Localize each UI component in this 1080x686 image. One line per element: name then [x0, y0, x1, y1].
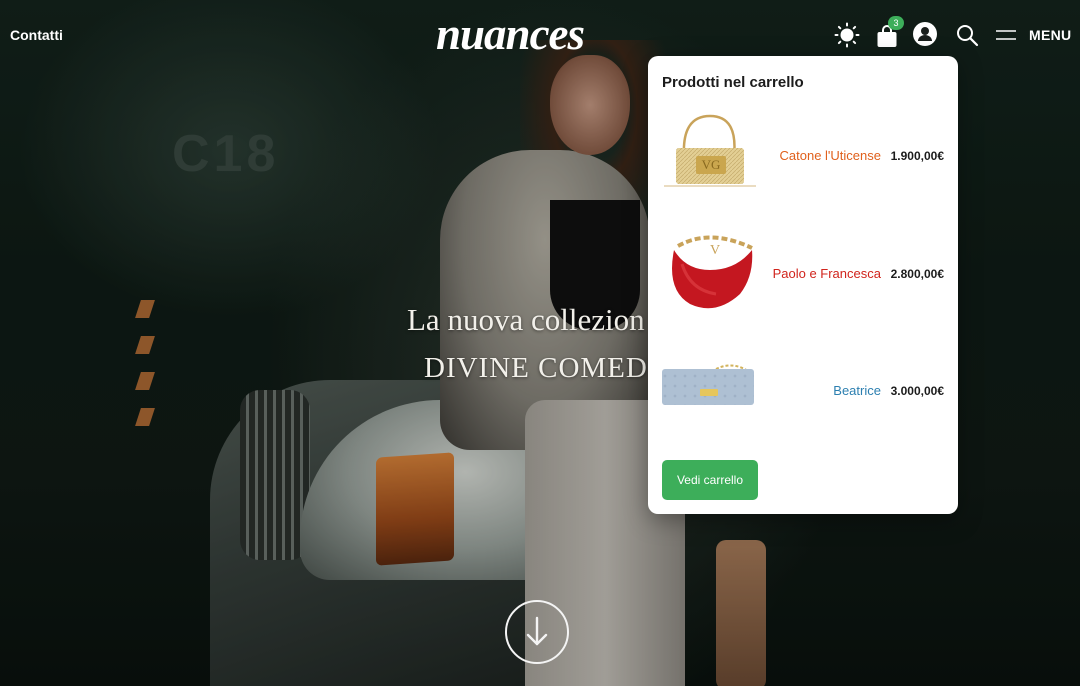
- svg-text:VG: VG: [702, 157, 721, 172]
- cart-item-meta: Paolo e Francesca 2.800,00€: [773, 266, 944, 281]
- brand-logo[interactable]: nuances: [436, 6, 585, 62]
- cart-item[interactable]: Beatrice 3.000,00€: [648, 341, 958, 441]
- sun-icon: [834, 22, 860, 48]
- contact-link[interactable]: Contatti: [10, 27, 63, 43]
- cart-item-meta: Beatrice 3.000,00€: [833, 383, 944, 398]
- arrow-down-icon: [526, 616, 548, 646]
- red-handbag-image: V: [672, 235, 753, 309]
- menu-button[interactable]: MENU: [995, 22, 1075, 48]
- cart-item-name[interactable]: Catone l'Uticense: [780, 148, 881, 163]
- view-cart-button[interactable]: Vedi carrello: [662, 460, 758, 500]
- cart-item-meta: Catone l'Uticense 1.900,00€: [780, 148, 945, 163]
- search-icon: [957, 25, 979, 47]
- cart-item-price: 1.900,00€: [890, 149, 944, 163]
- cart-item-price: 2.800,00€: [890, 267, 944, 281]
- theme-toggle-button[interactable]: [834, 22, 860, 48]
- account-button[interactable]: [912, 21, 938, 47]
- search-button[interactable]: [955, 23, 979, 47]
- menu-label: MENU: [1029, 27, 1072, 43]
- hamburger-icon: [996, 30, 1016, 40]
- cart-count-badge: 3: [888, 16, 904, 30]
- hero-title: La nuova collezion: [407, 302, 645, 337]
- beige-handbag-image: VG: [664, 114, 756, 187]
- cart-item-price: 3.000,00€: [890, 384, 944, 398]
- hero-subtitle: DIVINE COMEDY: [424, 352, 670, 384]
- scroll-down-button[interactable]: [505, 600, 569, 664]
- cart-title: Prodotti nel carrello: [662, 74, 804, 91]
- cart-item[interactable]: V Paolo e Francesca 2.800,00€: [648, 224, 958, 324]
- light-blue-bag-image: [662, 364, 754, 405]
- svg-text:V: V: [710, 243, 720, 258]
- cart-popup: Prodotti nel carrello VG Catone l'Uticen…: [648, 56, 958, 514]
- user-icon: [913, 22, 937, 46]
- cart-item-name[interactable]: Beatrice: [833, 383, 881, 398]
- cart-item[interactable]: VG Catone l'Uticense 1.900,00€: [648, 106, 958, 206]
- cart-button[interactable]: 3: [874, 16, 908, 50]
- cart-item-name[interactable]: Paolo e Francesca: [773, 266, 881, 281]
